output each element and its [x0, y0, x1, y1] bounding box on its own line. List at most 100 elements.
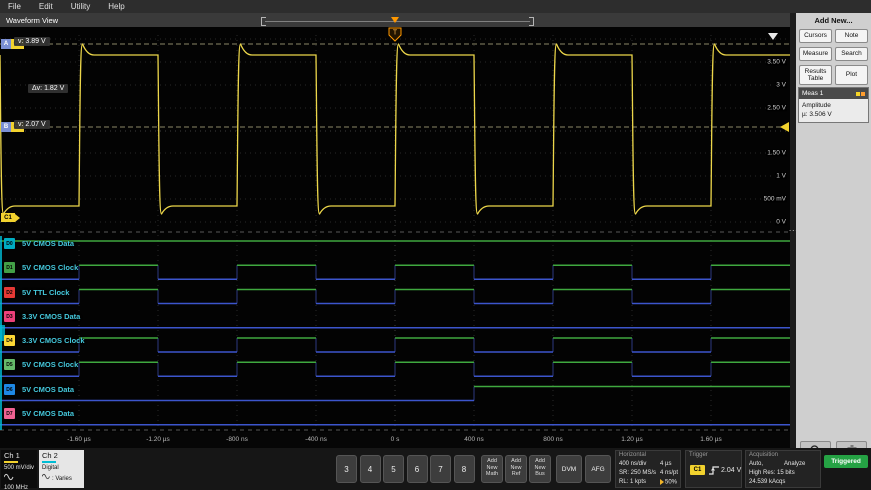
ch1-badge[interactable]: Ch 1 500 mV/div 100 MHz [1, 450, 37, 488]
digital-bit-badge[interactable]: D7 [4, 408, 15, 419]
waveform-canvas [0, 27, 790, 432]
ch2-threshold: : Varies [42, 473, 81, 484]
digital-bus-label: 5V CMOS Data [22, 385, 74, 394]
trigger-panel[interactable]: Trigger C1 2.04 V [685, 450, 742, 488]
ch1-ground-arrow-icon [15, 214, 20, 222]
meas1-badge[interactable]: Meas 1 Amplitude µ: 3.506 V [798, 87, 869, 123]
horizontal-scale: 400 ns/div [619, 461, 646, 467]
ch3-button[interactable]: 3 [336, 455, 357, 483]
digital-row[interactable]: D6 5V CMOS Data [4, 384, 74, 395]
sample-rate: SR: 250 MS/s [619, 470, 656, 476]
threshold-icon [42, 473, 52, 480]
digital-bit-badge[interactable]: D2 [4, 287, 15, 298]
waveform-view-title: Waveform View [6, 16, 58, 25]
digital-row[interactable]: D4 3.3V CMOS Clock [4, 335, 85, 346]
digital-bit-badge[interactable]: D3 [4, 311, 15, 322]
ch7-button[interactable]: 7 [430, 455, 451, 483]
digital-row[interactable]: D3 3.3V CMOS Data [4, 311, 80, 322]
settings-bar: Ch 1 500 mV/div 100 MHz Ch 2 Digital : V… [0, 448, 871, 490]
acquisition-panel[interactable]: Acquisition Auto, Analyze High Res: 15 b… [745, 450, 821, 488]
menu-help[interactable]: Help [108, 2, 124, 11]
results-table-button[interactable]: Results Table [799, 65, 832, 85]
digital-bit-badge[interactable]: D0 [4, 238, 15, 249]
digital-bus-label: 5V TTL Clock [22, 288, 69, 297]
plot-button[interactable]: Plot [835, 65, 868, 85]
expansion-point-icon [660, 479, 664, 485]
digital-row[interactable]: D5 5V CMOS Clock [4, 359, 78, 370]
digital-row[interactable]: D0 5V CMOS Data [4, 238, 74, 249]
scale-label: 1 V [775, 173, 787, 180]
ch1-filter-icon [4, 473, 34, 485]
scale-label: 2.50 V [766, 105, 787, 112]
digital-bit-badge[interactable]: D1 [4, 262, 15, 273]
cursor-a-readout[interactable]: v: 3.89 V [14, 37, 50, 46]
add-new-ref-button[interactable]: Add New Ref [505, 455, 527, 483]
oscilloscope-app: File Edit Utility Help Waveform View T A… [0, 0, 871, 490]
add-new-bus-button[interactable]: Add New Bus [529, 455, 551, 483]
record-length: RL: 1 kpts [619, 479, 646, 485]
acquisition-title: Acquisition [749, 452, 778, 458]
acquisition-mode: Auto, [749, 461, 763, 467]
cursor-a-badge: A [1, 39, 11, 49]
time-label: -400 ns [305, 436, 327, 443]
sample-interval: 4 ns/pt [660, 470, 678, 476]
digital-bus-label: 5V CMOS Data [22, 239, 74, 248]
trigger-position-icon[interactable] [391, 17, 399, 23]
menu-edit[interactable]: Edit [39, 2, 53, 11]
digital-bus-label: 5V CMOS Clock [22, 263, 78, 272]
digital-bit-badge[interactable]: D5 [4, 359, 15, 370]
digital-row[interactable]: D2 5V TTL Clock [4, 287, 69, 298]
time-label: 800 ns [543, 436, 563, 443]
ch1-accent [4, 461, 18, 463]
ch1-ground-marker[interactable]: C1 [1, 213, 20, 222]
cursor-b-readout[interactable]: v: 2.07 V [14, 120, 50, 129]
ch4-button[interactable]: 4 [360, 455, 381, 483]
time-axis: -1.60 µs -1.20 µs -800 ns -400 ns 0 s 40… [0, 432, 790, 448]
acquisition-analyze: Analyze [784, 461, 805, 467]
right-sidebar: Add New... Cursors Note Measure Search R… [796, 13, 871, 448]
acquisition-res: High Res: 15 bits [749, 470, 795, 476]
add-new-math-button[interactable]: Add New Math [481, 455, 503, 483]
ch2-mode: Digital [42, 464, 81, 473]
digital-bus-label: 5V CMOS Clock [22, 360, 78, 369]
horizontal-position: 50% [660, 479, 677, 486]
ch1-ground-badge: C1 [1, 213, 15, 222]
dvm-button[interactable]: DVM [556, 455, 582, 483]
time-label: -1.20 µs [146, 436, 170, 443]
note-button[interactable]: Note [835, 29, 868, 43]
ch6-button[interactable]: 6 [407, 455, 428, 483]
cursors-button[interactable]: Cursors [799, 29, 832, 43]
meas1-title: Meas 1 [802, 90, 823, 97]
menu-file[interactable]: File [8, 2, 21, 11]
rising-edge-icon [708, 465, 720, 476]
meas1-type: Amplitude [802, 101, 865, 110]
trigger-flag[interactable]: T [387, 27, 403, 42]
ch5-button[interactable]: 5 [383, 455, 404, 483]
digital-bit-badge[interactable]: D4 [4, 335, 15, 346]
meas1-value: µ: 3.506 V [802, 110, 865, 119]
waveform-plot[interactable]: T A C1 v: 3.89 V Δv: 1.82 V B C1 v: 2.07… [0, 27, 790, 432]
afg-button[interactable]: AFG [585, 455, 611, 483]
trigger-title: Trigger [689, 452, 708, 458]
scale-label: 500 mV [763, 196, 787, 203]
menu-utility[interactable]: Utility [71, 2, 91, 11]
time-label: -1.60 µs [67, 436, 91, 443]
time-label: 1.60 µs [700, 436, 721, 443]
ch1-name: Ch 1 [4, 451, 34, 460]
waveform-view-header: Waveform View [0, 13, 790, 27]
digital-row[interactable]: D1 5V CMOS Clock [4, 262, 78, 273]
cursor-delta-readout[interactable]: Δv: 1.82 V [28, 84, 68, 93]
ch2-name: Ch 2 [42, 451, 81, 460]
ch8-button[interactable]: 8 [454, 455, 475, 483]
ch2-accent [42, 461, 56, 463]
horizontal-panel[interactable]: Horizontal 400 ns/div 4 µs SR: 250 MS/s … [615, 450, 681, 488]
search-button[interactable]: Search [835, 47, 868, 61]
digital-row[interactable]: D7 5V CMOS Data [4, 408, 74, 419]
time-label: 1.20 µs [621, 436, 642, 443]
pan-zoom-right-bracket[interactable] [529, 17, 534, 26]
ch1-bandwidth: 100 MHz [4, 484, 34, 490]
acquisition-count: 24.539 kAcqs [749, 479, 785, 485]
ch2-badge[interactable]: Ch 2 Digital : Varies [39, 450, 84, 488]
digital-bit-badge[interactable]: D6 [4, 384, 15, 395]
measure-button[interactable]: Measure [799, 47, 832, 61]
